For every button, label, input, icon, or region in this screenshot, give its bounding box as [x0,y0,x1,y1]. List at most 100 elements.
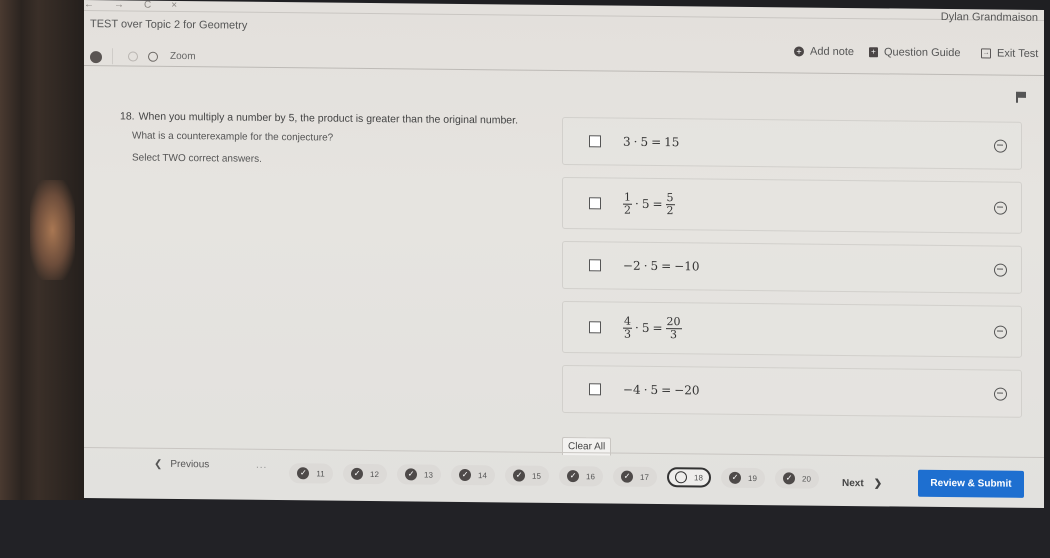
check-icon: ✓ [459,468,472,482]
toolbar-divider [112,48,113,65]
answer-checkbox[interactable] [589,135,601,148]
question-pill-number: 16 [586,471,595,481]
test-title: TEST over Topic 2 for Geometry [90,18,248,32]
answer-choices: 3 · 5 = 15 12 · 5 = 52 −2 · 5 = −10 4 3 … [562,117,1022,430]
question-pill-11[interactable]: ✓ 11 [289,463,333,484]
expr-result: −20 [674,383,700,398]
next-button[interactable]: Next ❯ [842,478,882,489]
question-pill-number: 13 [424,470,433,480]
expr-term: 5 [640,134,649,149]
expr-operator: · [643,382,648,397]
fraction: 52 [665,190,675,217]
numerator: 5 [665,190,675,205]
answer-checkbox[interactable] [589,383,601,396]
question-instruction: Select TWO correct answers. [132,152,262,165]
answer-choice[interactable]: −4 · 5 = −20 [562,365,1022,418]
question-pill-19[interactable]: ✓ 19 [721,467,765,489]
denominator: 2 [624,203,631,217]
test-screen: ← → C × TEST over Topic 2 for Geometry D… [84,0,1044,509]
numerator: 1 [623,190,632,205]
answer-choice[interactable]: 43 · 5 = 20 3 [562,301,1022,358]
question-pill-13[interactable]: ✓ 13 [397,464,441,485]
back-icon[interactable]: ← [84,0,94,10]
device-bezel-bottom [0,500,1050,558]
check-icon: ✓ [405,468,418,481]
close-icon[interactable]: × [171,0,177,11]
answer-checkbox[interactable] [589,321,601,334]
add-note-label: Add note [810,45,855,59]
check-icon: ✓ [513,469,526,482]
check-icon: ✓ [729,471,742,484]
expr-equals: = [661,383,672,398]
review-submit-button[interactable]: Review & Submit [918,469,1024,498]
answer-checkbox[interactable] [589,197,601,210]
expr-term: 5 [650,382,659,398]
check-icon: ✓ [567,470,580,483]
strikethrough-icon[interactable] [994,325,1007,339]
expr-operator: · [635,196,639,211]
question-pill-number: 14 [478,470,487,480]
strikethrough-icon[interactable] [994,387,1007,401]
question-pill-17[interactable]: ✓ 17 [613,466,657,488]
strikethrough-icon[interactable] [994,263,1007,277]
expr-term: 5 [641,196,650,211]
expr-result: −10 [674,259,700,274]
answer-checkbox[interactable] [589,259,601,272]
question-pill-number: 17 [640,472,649,482]
expr-equals: = [651,134,662,150]
expr-operator: · [633,134,638,149]
background-light [30,180,75,280]
denominator: 3 [624,327,631,341]
fraction: 43 [623,314,632,341]
exit-test-label: Exit Test [997,47,1039,60]
question-guide-label: Question Guide [884,46,961,60]
answer-choice[interactable]: −2 · 5 = −10 [562,241,1022,294]
answer-expression: −4 · 5 = −20 [623,383,700,398]
expr-equals: = [661,259,672,274]
unanswered-circle-icon [675,471,688,484]
more-questions-ellipsis[interactable]: ... [256,460,267,471]
expr-operator: · [635,320,639,335]
zoom-label: Zoom [170,50,196,63]
question-pill-number: 15 [532,471,541,481]
question-stem: 18. When you multiply a number by 5, the … [120,110,518,126]
denominator: 3 [670,327,678,341]
answer-expression: 43 · 5 = 20 3 [623,314,682,341]
question-pill-20[interactable]: ✓ 20 [775,468,819,489]
question-guide-icon: + [869,47,878,58]
reload-icon[interactable]: C [144,0,151,11]
expr-term: 5 [650,258,659,274]
question-pill-16[interactable]: ✓ 16 [559,465,603,487]
question-guide-button[interactable]: + Question Guide [869,46,960,59]
answer-expression: 12 · 5 = 52 [623,190,675,217]
flag-icon[interactable] [1016,92,1026,102]
question-pill-list: ✓ 11 ✓ 12 ✓ 13 ✓ 14 ✓ 15 ✓ 16 ✓ 17 18 ✓ 19 ✓ 20 [289,463,819,489]
question-text: When you multiply a number by 5, the pro… [138,110,518,127]
question-pill-number: 12 [370,469,379,479]
exit-test-button[interactable]: → Exit Test [981,47,1038,60]
numerator: 4 [623,314,632,329]
question-pill-number: 18 [694,472,703,482]
expr-equals: = [652,320,663,336]
palette-icon[interactable] [90,51,102,64]
question-pill-12[interactable]: ✓ 12 [343,463,387,485]
answer-choice[interactable]: 12 · 5 = 52 [562,177,1022,234]
fraction: 12 [623,190,632,217]
previous-button[interactable]: ❮ Previous [154,459,209,471]
question-pill-15[interactable]: ✓ 15 [505,465,549,486]
strikethrough-icon[interactable] [994,201,1007,215]
expr-term: −2 [623,258,641,273]
question-pill-18-current[interactable]: 18 [667,467,711,488]
question-pill-14[interactable]: ✓ 14 [451,464,495,486]
question-navigation: ❮ Previous ... ✓ 11 ✓ 12 ✓ 13 ✓ 14 ✓ 15 ✓ 16 ✓ 1… [84,447,1044,508]
add-note-button[interactable]: + Add note [794,45,854,58]
answer-choice[interactable]: 3 · 5 = 15 [562,117,1022,170]
zoom-out-icon[interactable] [128,51,138,62]
expr-term: 5 [641,320,650,335]
expr-result: 15 [664,135,680,150]
zoom-in-icon[interactable] [148,51,158,62]
check-icon: ✓ [621,470,634,483]
strikethrough-icon[interactable] [994,139,1007,153]
browser-nav-bar: ← → C × [84,0,1044,22]
forward-icon[interactable]: → [114,0,124,10]
